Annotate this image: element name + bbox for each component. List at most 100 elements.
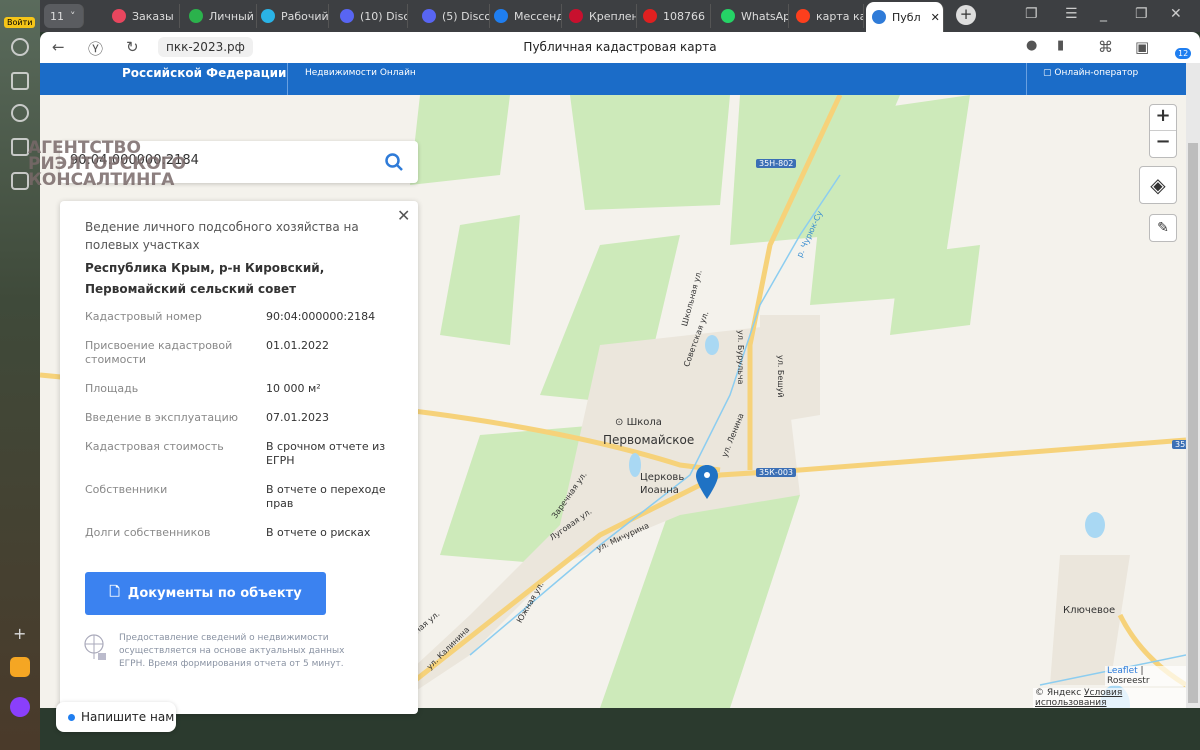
- browser-tab[interactable]: Рабочий: [255, 4, 329, 28]
- status-dot-icon: [68, 713, 75, 721]
- new-tab-button[interactable]: +: [956, 5, 976, 25]
- online-operator-link[interactable]: ▢ Онлайн-оператор: [1043, 68, 1138, 78]
- info-value: 10 000 м²: [266, 382, 321, 395]
- road-sign: 35Н: [1172, 440, 1186, 449]
- report-link[interactable]: В отчете о рисках: [266, 526, 406, 540]
- location-icon[interactable]: ●: [1026, 38, 1037, 53]
- map-marker-icon[interactable]: [696, 465, 718, 499]
- report-link[interactable]: В отчете о переходе прав: [266, 483, 406, 511]
- layers-icon: ◈: [1150, 173, 1166, 197]
- tab-favicon-icon: [112, 9, 126, 23]
- bookmark-icon[interactable]: ▮: [1057, 38, 1064, 53]
- site-header: Российской Федерации Недвижимости Онлайн…: [40, 63, 1186, 95]
- object-info-panel: ✕ Ведение личного подсобного хозяйства н…: [60, 201, 418, 714]
- browser-tab[interactable]: Заказы: [106, 4, 180, 28]
- downloads-badge[interactable]: 12: [1175, 48, 1192, 59]
- tab-bar: 11 ˅ Заказы Личный Рабочий (10) Disc (5) Dis…: [40, 0, 1200, 32]
- minimize-button[interactable]: _: [1100, 6, 1107, 22]
- attribution: Leaflet | Rosreestr: [1105, 666, 1186, 686]
- info-value: 01.01.2022: [266, 339, 329, 352]
- tab-group-button[interactable]: 11 ˅: [44, 4, 84, 28]
- layers-button[interactable]: ◈: [1139, 166, 1177, 204]
- field: [410, 95, 510, 185]
- field: [570, 95, 730, 210]
- browser-tab[interactable]: (10) Disc: [334, 4, 408, 28]
- field: [440, 215, 520, 345]
- browser-tab[interactable]: Креплен: [563, 4, 637, 28]
- site-brand[interactable]: Российской Федерации: [122, 66, 286, 80]
- tabs-icon[interactable]: [11, 138, 29, 156]
- add-panel-icon[interactable]: +: [13, 624, 26, 643]
- login-button[interactable]: Войти: [4, 17, 36, 28]
- ruler-button[interactable]: ✎: [1149, 214, 1177, 242]
- image-icon[interactable]: ▣: [1135, 38, 1149, 56]
- road-sign: 35Н-802: [756, 159, 797, 168]
- tab-favicon-icon: [340, 9, 354, 23]
- tab-favicon-icon: [494, 9, 508, 23]
- site-subtitle: Недвижимости Онлайн: [305, 68, 416, 78]
- land-purpose: Ведение личного подсобного хозяйства на …: [85, 220, 359, 252]
- alice-icon[interactable]: [10, 697, 30, 717]
- leaflet-link[interactable]: Leaflet: [1107, 666, 1138, 676]
- zoom-out-button[interactable]: −: [1150, 131, 1176, 152]
- info-note: Предоставление сведений о недвижимости о…: [119, 633, 345, 669]
- tab-favicon-icon: [796, 9, 810, 23]
- info-key: Присвоение кадастровой стоимости: [85, 339, 233, 366]
- address-bar: ← Ⓨ ↻ пкк-2023.рф Публичная кадастровая …: [40, 32, 1200, 63]
- ruler-icon: ✎: [1157, 220, 1169, 236]
- browser-tab[interactable]: карта ка: [790, 4, 864, 28]
- info-key: Площадь: [85, 382, 139, 395]
- close-tab-icon[interactable]: ✕: [931, 11, 940, 24]
- tabs-overview-icon[interactable]: ❐: [1025, 6, 1038, 22]
- browser-tab[interactable]: WhatsAp: [715, 4, 789, 28]
- tab-favicon-icon: [643, 9, 657, 23]
- village-label: Первомайское: [603, 433, 695, 447]
- info-key: Кадастровый номер: [85, 310, 202, 323]
- report-link[interactable]: В срочном отчете из ЕГРН: [266, 440, 406, 468]
- tab-favicon-icon: [422, 9, 436, 23]
- tab-favicon-icon: [872, 10, 886, 24]
- info-key: Долги собственников: [85, 526, 211, 539]
- scrollbar[interactable]: [1186, 63, 1200, 708]
- tab-favicon-icon: [189, 9, 203, 23]
- extensions-icon[interactable]: ⌘: [1098, 38, 1113, 56]
- browser-tab[interactable]: Личный: [183, 4, 257, 28]
- chat-button[interactable]: Напишите нам: [56, 702, 176, 732]
- screenshot-icon[interactable]: [11, 172, 29, 190]
- restore-button[interactable]: ❐: [1135, 6, 1148, 22]
- zoom-in-button[interactable]: +: [1150, 105, 1176, 131]
- document-icon: 🗋: [109, 584, 120, 600]
- street-label: ул. Бурульча: [736, 330, 745, 385]
- history-icon[interactable]: [11, 38, 29, 56]
- close-window-button[interactable]: ✕: [1170, 6, 1182, 22]
- collections-icon[interactable]: [11, 72, 29, 90]
- search-icon[interactable]: [385, 153, 403, 171]
- browser-tab[interactable]: 108766: [637, 4, 711, 28]
- info-value: 90:04:000000:2184: [266, 310, 376, 323]
- scrollbar-thumb[interactable]: [1188, 143, 1198, 703]
- info-value: 07.01.2023: [266, 411, 329, 424]
- documents-button[interactable]: 🗋 Документы по объекту: [85, 572, 326, 615]
- tab-favicon-icon: [721, 9, 735, 23]
- object-address: Республика Крым, р-н Кировский, Первомай…: [85, 261, 325, 296]
- road-sign: 35К-003: [756, 468, 797, 477]
- browser-tab[interactable]: (5) Disco: [416, 4, 490, 28]
- mail-icon[interactable]: [10, 657, 30, 677]
- yandex-attribution: © Яндекс Условия использования: [1033, 688, 1186, 708]
- close-icon[interactable]: ✕: [397, 206, 410, 225]
- street-label: ул. Бешуй: [776, 355, 785, 398]
- browser-sidebar: Войти +: [0, 0, 40, 750]
- info-key: Собственники: [85, 483, 168, 496]
- search-input[interactable]: [70, 153, 370, 168]
- village-area: [760, 315, 820, 425]
- map-lock-icon: [84, 634, 106, 660]
- field: [890, 245, 980, 335]
- zoom-control: + −: [1149, 104, 1177, 158]
- browser-tab[interactable]: Публ ✕: [866, 2, 944, 32]
- tab-favicon-icon: [261, 9, 275, 23]
- info-key: Введение в эксплуатацию: [85, 411, 239, 424]
- menu-icon[interactable]: ☰: [1065, 6, 1078, 22]
- video-icon[interactable]: [11, 104, 29, 122]
- browser-tab[interactable]: Мессенд: [488, 4, 562, 28]
- info-key: Кадастровая стоимость: [85, 440, 224, 453]
